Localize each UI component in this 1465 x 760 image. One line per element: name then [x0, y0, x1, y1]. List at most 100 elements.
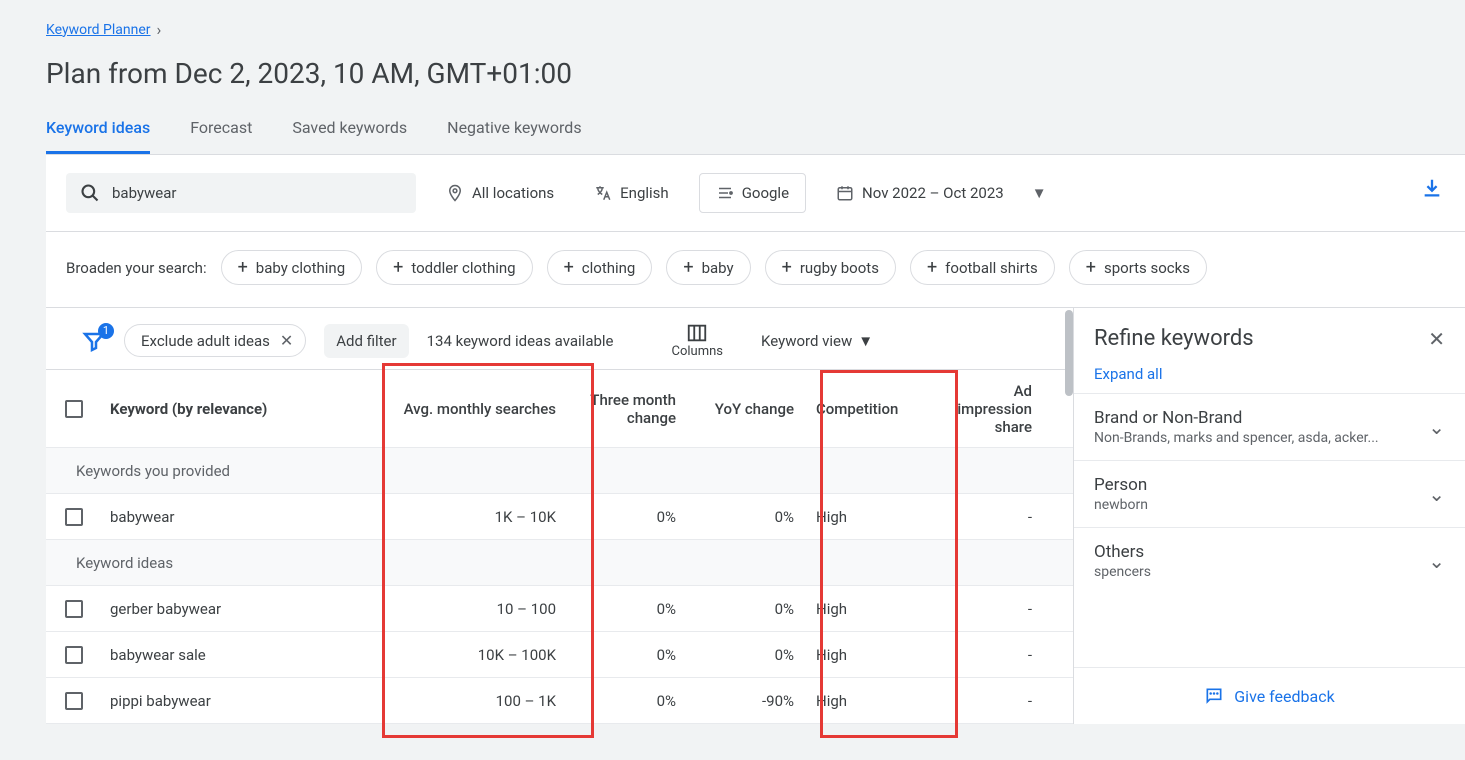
download-icon[interactable]	[1421, 177, 1443, 199]
row-checkbox[interactable]	[65, 646, 83, 664]
row-checkbox[interactable]	[65, 692, 83, 710]
refine-panel: Refine keywords ✕ Expand all Brand or No…	[1073, 308, 1465, 724]
plus-icon: +	[238, 257, 248, 278]
refine-item-brand[interactable]: Brand or Non-Brand Non-Brands, marks and…	[1074, 393, 1465, 460]
refine-item-others[interactable]: Others spencers ⌄	[1074, 527, 1465, 594]
plus-icon: +	[1086, 257, 1096, 278]
chip-sports-socks[interactable]: + sports socks	[1069, 250, 1207, 285]
chip-baby[interactable]: + baby	[666, 250, 750, 285]
network-icon	[716, 184, 734, 202]
select-all-checkbox[interactable]	[65, 400, 83, 418]
cell-yoy: 0%	[684, 498, 802, 536]
cell-keyword: gerber babywear	[102, 590, 370, 628]
chevron-down-icon: ⌄	[1428, 482, 1445, 506]
breadcrumb: Keyword Planner ›	[46, 20, 1465, 39]
row-checkbox[interactable]	[65, 600, 83, 618]
date-range-label: Nov 2022 – Oct 2023	[862, 184, 1004, 202]
filter-controls-row: 1 Exclude adult ideas ✕ Add filter 134 k…	[46, 308, 1073, 369]
locations-control[interactable]: All locations	[436, 176, 564, 210]
plus-icon: +	[564, 257, 574, 278]
broaden-row: Broaden your search: +baby clothing +tod…	[46, 232, 1465, 308]
cell-imp: -	[930, 590, 1040, 628]
cell-3mo: 0%	[564, 590, 684, 628]
dropdown-icon: ▼	[1032, 184, 1047, 202]
col-yoy[interactable]: YoY change	[684, 390, 802, 428]
search-input[interactable]: babywear	[66, 173, 416, 213]
row-checkbox[interactable]	[65, 508, 83, 526]
table-row[interactable]: babywear sale 10K – 100K 0% 0% High -	[46, 632, 1073, 678]
tab-forecast[interactable]: Forecast	[190, 118, 252, 154]
add-filter-button[interactable]: Add filter	[324, 324, 408, 358]
col-three-month[interactable]: Three month change	[564, 381, 684, 437]
tabs: Keyword ideas Forecast Saved keywords Ne…	[46, 118, 1465, 155]
language-control[interactable]: English	[584, 176, 679, 210]
breadcrumb-link[interactable]: Keyword Planner	[46, 22, 151, 38]
refine-item-subtitle: Non-Brands, marks and spencer, asda, ack…	[1094, 430, 1379, 446]
plus-icon: +	[927, 257, 937, 278]
columns-icon	[686, 322, 708, 344]
plus-icon: +	[782, 257, 792, 278]
main-column: 1 Exclude adult ideas ✕ Add filter 134 k…	[46, 308, 1073, 724]
refine-item-title: Brand or Non-Brand	[1094, 408, 1379, 428]
filter-icon[interactable]: 1	[82, 329, 106, 353]
active-filter-pill[interactable]: Exclude adult ideas ✕	[124, 324, 306, 357]
table-row[interactable]: pippi babywear 100 – 1K 0% -90% High -	[46, 678, 1073, 724]
plus-icon: +	[393, 257, 403, 278]
col-avg-searches[interactable]: Avg. monthly searches	[370, 390, 564, 428]
chip-football-shirts[interactable]: +football shirts	[910, 250, 1055, 285]
col-keyword[interactable]: Keyword (by relevance)	[102, 390, 370, 428]
col-competition[interactable]: Competition	[802, 390, 930, 428]
translate-icon	[594, 184, 612, 202]
plus-icon: +	[683, 257, 693, 278]
chip-rugby-boots[interactable]: +rugby boots	[765, 250, 896, 285]
dropdown-icon: ▼	[858, 332, 873, 350]
columns-label: Columns	[672, 344, 724, 359]
tab-keyword-ideas[interactable]: Keyword ideas	[46, 118, 150, 154]
refine-item-title: Others	[1094, 542, 1151, 562]
refine-item-title: Person	[1094, 475, 1148, 495]
cell-3mo: 0%	[564, 636, 684, 674]
chip-baby-clothing[interactable]: +baby clothing	[221, 250, 363, 285]
location-pin-icon	[446, 184, 464, 202]
close-icon[interactable]: ✕	[280, 331, 293, 350]
group-label: Keyword ideas	[68, 544, 181, 582]
calendar-icon	[836, 184, 854, 202]
cell-comp: High	[802, 682, 930, 720]
keyword-view-control[interactable]: Keyword view ▼	[761, 332, 873, 350]
cell-avg: 10K – 100K	[370, 636, 564, 674]
scrollbar-thumb[interactable]	[1065, 310, 1073, 396]
cell-comp: High	[802, 590, 930, 628]
chip-label: sports socks	[1104, 259, 1190, 277]
group-heading-ideas: Keyword ideas	[46, 540, 1073, 586]
table-header-row: Keyword (by relevance) Avg. monthly sear…	[46, 370, 1073, 448]
table-row[interactable]: gerber babywear 10 – 100 0% 0% High -	[46, 586, 1073, 632]
date-range-control[interactable]: Nov 2022 – Oct 2023 ▼	[826, 176, 1057, 210]
chip-clothing[interactable]: + clothing	[547, 250, 653, 285]
keyword-table: Keyword (by relevance) Avg. monthly sear…	[46, 369, 1073, 724]
give-feedback-link[interactable]: Give feedback	[1074, 667, 1465, 724]
cell-keyword: babywear	[102, 498, 370, 536]
tab-saved-keywords[interactable]: Saved keywords	[292, 118, 407, 154]
network-label: Google	[742, 184, 789, 202]
cell-imp: -	[930, 498, 1040, 536]
network-control[interactable]: Google	[699, 173, 806, 213]
chip-toddler-clothing[interactable]: + toddler clothing	[376, 250, 532, 285]
chip-label: baby	[702, 259, 734, 277]
refine-item-person[interactable]: Person newborn ⌄	[1074, 460, 1465, 527]
locations-label: All locations	[472, 184, 554, 202]
columns-control[interactable]: Columns	[672, 322, 724, 359]
feedback-label: Give feedback	[1234, 687, 1334, 706]
close-icon[interactable]: ✕	[1428, 327, 1445, 351]
tab-negative-keywords[interactable]: Negative keywords	[447, 118, 581, 154]
cell-imp: -	[930, 682, 1040, 720]
language-label: English	[620, 184, 669, 202]
chip-label: clothing	[582, 259, 636, 277]
ideas-available-label: 134 keyword ideas available	[427, 332, 614, 350]
expand-all-link[interactable]: Expand all	[1074, 359, 1465, 393]
table-row[interactable]: babywear 1K – 10K 0% 0% High -	[46, 494, 1073, 540]
col-impression-share[interactable]: Ad impression share	[930, 372, 1040, 446]
chip-label: toddler clothing	[411, 259, 515, 277]
refine-item-subtitle: spencers	[1094, 564, 1151, 580]
cell-yoy: 0%	[684, 636, 802, 674]
cell-comp: High	[802, 498, 930, 536]
